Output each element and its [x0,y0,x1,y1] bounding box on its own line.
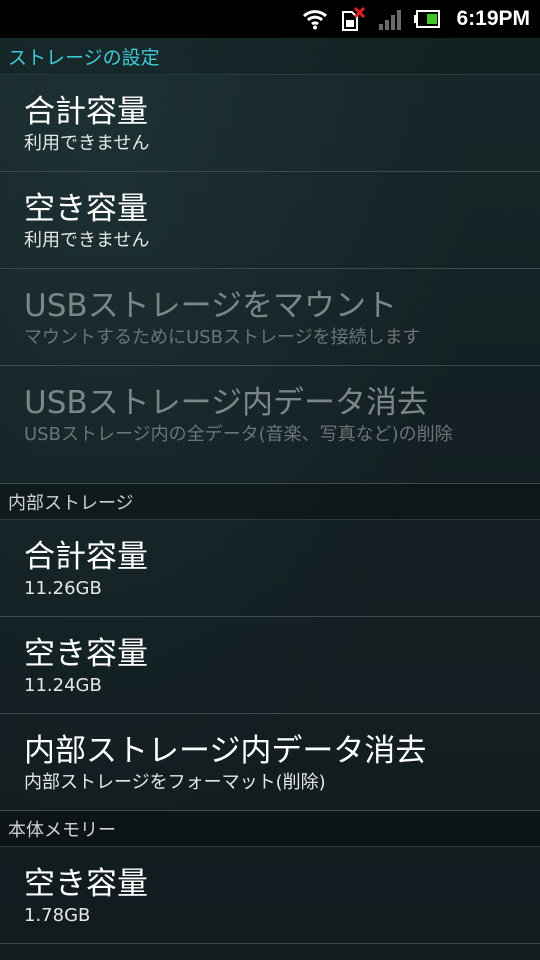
internal-free-capacity-item[interactable]: 空き容量 11.24GB [0,617,540,714]
device-free-capacity-item[interactable]: 空き容量 1.78GB [0,847,540,944]
item-title: 合計容量 [24,94,148,130]
battery-icon [414,10,441,28]
item-subtitle: 利用できません [24,133,150,154]
sim-error-icon [340,6,366,32]
item-subtitle: 利用できません [24,230,150,251]
erase-internal-storage-item[interactable]: 内部ストレージ内データ消去 内部ストレージをフォーマット(削除) [0,714,540,811]
signal-icon [378,8,402,30]
item-subtitle: 1.78GB [24,905,91,926]
internal-total-capacity-item[interactable]: 合計容量 11.26GB [0,520,540,617]
status-bar: 6:19PM [0,0,540,38]
item-title: 空き容量 [24,866,148,902]
item-subtitle: 11.24GB [24,675,102,696]
item-subtitle: マウントするためにUSBストレージを接続します [24,327,421,348]
section-header-internal-storage: 内部ストレージ [0,484,540,520]
storage-settings-screen: ストレージの設定 合計容量 利用できません 空き容量 利用できません USBスト… [0,38,540,960]
item-subtitle: USBストレージ内の全データ(音楽、写真など)の削除 [24,424,453,445]
free-capacity-item[interactable]: 空き容量 利用できません [0,172,540,269]
item-subtitle: 11.26GB [24,578,102,599]
item-title: 空き容量 [24,191,148,227]
item-title: USBストレージをマウント [24,288,398,324]
item-subtitle: 内部ストレージをフォーマット(削除) [24,772,326,793]
item-title: USBストレージ内データ消去 [24,385,429,421]
wifi-icon [302,8,328,30]
mount-usb-storage-item[interactable]: USBストレージをマウント マウントするためにUSBストレージを接続します [0,269,540,366]
item-title: 合計容量 [24,539,148,575]
item-title: 内部ストレージ内データ消去 [24,733,427,769]
section-header-device-memory: 本体メモリー [0,811,540,847]
clock: 6:19PM [456,7,530,30]
total-capacity-item[interactable]: 合計容量 利用できません [0,75,540,172]
erase-usb-storage-item[interactable]: USBストレージ内データ消去 USBストレージ内の全データ(音楽、写真など)の削… [0,366,540,484]
page-title: ストレージの設定 [0,38,540,75]
item-title: 空き容量 [24,636,148,672]
